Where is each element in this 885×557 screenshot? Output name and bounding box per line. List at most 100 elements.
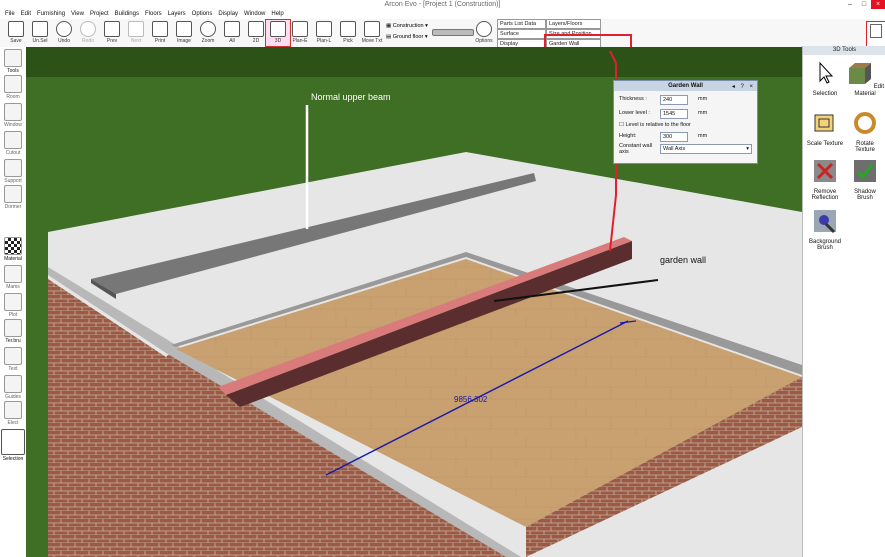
selection-tool[interactable]: Selection (806, 60, 844, 97)
menu-furnishing[interactable]: Furnishing (34, 9, 68, 19)
prev-button[interactable]: Prev (100, 20, 124, 46)
menu-display[interactable]: Display (215, 9, 241, 19)
plan-l-button[interactable]: Plan-L (312, 20, 336, 46)
title-bar: Arcon Evo - [Project 1 (Construction)] –… (0, 0, 885, 9)
menu-buildings[interactable]: Buildings (112, 9, 142, 19)
tools-3d-panel: 3D Tools Selection Edit Material Scale T… (802, 46, 885, 557)
close-button[interactable]: × (871, 0, 885, 9)
tool-selection[interactable]: Selection (0, 429, 26, 462)
edit-material-tool[interactable]: Edit Material (846, 60, 884, 97)
main-toolbar: Save Un.Sel Undo Redo Prev Next Print Im… (0, 19, 885, 48)
scale-texture-tool[interactable]: Scale Texture (806, 110, 844, 147)
relative-checkbox[interactable]: ☐ Level is relative to the floor (619, 121, 691, 130)
height-label: Height: (619, 133, 637, 139)
tool-text[interactable]: Text (0, 347, 26, 372)
background-brush-tool[interactable]: Background Brush (806, 208, 844, 252)
remove-reflection-tool[interactable]: Remove Reflection (806, 158, 844, 202)
zoom-all-button[interactable]: All (220, 20, 244, 46)
menu-edit[interactable]: Edit (18, 9, 34, 19)
rotate-texture-icon (854, 112, 876, 134)
shadow-brush-icon (854, 160, 876, 182)
panel-title: 3D Tools (803, 46, 885, 55)
menu-floors[interactable]: Floors (142, 9, 165, 19)
redo-button[interactable]: Redo (76, 20, 100, 46)
undo-button[interactable]: Undo (52, 20, 76, 46)
lower-level-label: Lower level : (619, 110, 650, 116)
tool-support[interactable]: Support (0, 159, 26, 184)
tool-guides[interactable]: Guides (0, 375, 26, 400)
thickness-input[interactable]: 240 (660, 95, 688, 105)
menu-options[interactable]: Options (189, 9, 216, 19)
menu-bar: File Edit Furnishing View Project Buildi… (0, 9, 602, 19)
move-text-button[interactable]: Move Txt (360, 20, 384, 46)
menu-view[interactable]: View (68, 9, 87, 19)
scale-texture-icon (814, 114, 834, 132)
next-icon (128, 21, 144, 37)
arrow-cursor-icon (819, 61, 834, 84)
prop-surface[interactable]: Surface (497, 29, 546, 39)
guides-icon (4, 375, 22, 393)
magnifier-icon (200, 21, 216, 37)
tool-terrain-brush[interactable]: Ter.bru (0, 319, 26, 344)
background-brush-icon (814, 210, 836, 234)
tool-window[interactable]: Window (0, 103, 26, 128)
construction-dropdown[interactable]: ▦ Construction ▾ (386, 23, 428, 29)
unselect-icon (32, 21, 48, 37)
zoom-button[interactable]: Zoom (196, 20, 220, 46)
tool-mams[interactable]: Mams (0, 265, 26, 290)
axis-label: Constant wall axis (619, 143, 653, 155)
thickness-unit: mm (698, 96, 708, 102)
tool-dormer[interactable]: Dormer (0, 185, 26, 210)
prop-parts-list[interactable]: Parts List Data (497, 19, 546, 29)
save-button[interactable]: Save (4, 20, 28, 46)
tool-material[interactable]: Material (0, 237, 26, 262)
plot-icon (4, 293, 22, 311)
tool-cutout[interactable]: Cutout (0, 131, 26, 156)
prop-layers-floors[interactable]: Layers/Floors (546, 19, 601, 29)
floors-icon: ▤ (386, 34, 393, 40)
menu-file[interactable]: File (2, 9, 18, 19)
options-button[interactable]: Options (472, 20, 496, 46)
print-button[interactable]: Print (148, 20, 172, 46)
view-2d-button[interactable]: 2D (244, 20, 268, 46)
dialog-title: Garden Wall (668, 83, 703, 89)
dialog-header-buttons[interactable]: ◂ ? × (732, 82, 755, 92)
layers-icon: ▦ (386, 23, 393, 29)
menu-project[interactable]: Project (87, 9, 112, 19)
undo-icon (56, 21, 72, 37)
rotate-texture-tool[interactable]: Rotate Texture (846, 110, 884, 154)
menu-help[interactable]: Help (268, 9, 286, 19)
level-slider[interactable] (432, 29, 474, 36)
window-icon (4, 103, 22, 121)
menu-layers[interactable]: Layers (165, 9, 189, 19)
room-icon (4, 75, 22, 93)
cutout-icon (4, 131, 22, 149)
save-icon (8, 21, 24, 37)
menu-window[interactable]: Window (241, 9, 268, 19)
plan-e-button[interactable]: Plan-E (288, 20, 312, 46)
shadow-brush-tool[interactable]: Shadow Brush (846, 158, 884, 202)
tool-room[interactable]: Room (0, 75, 26, 100)
material-checker-icon (4, 237, 22, 255)
lower-level-input[interactable]: 1545 (660, 109, 688, 119)
axis-select[interactable]: Wall Axis ▾ (660, 144, 752, 154)
maximize-button[interactable]: □ (857, 0, 871, 9)
camera-icon (176, 21, 192, 37)
unselect-button[interactable]: Un.Sel (28, 20, 52, 46)
view-3d-button[interactable]: 3D (265, 19, 291, 47)
height-input[interactable]: 300 (660, 132, 688, 142)
tool-elect[interactable]: Elect (0, 401, 26, 426)
window-title: Arcon Evo - [Project 1 (Construction)] (384, 1, 501, 8)
elect-icon (4, 401, 22, 419)
calculator-button[interactable] (866, 21, 885, 47)
calculator-icon (870, 24, 882, 38)
pick-button[interactable]: Pick (336, 20, 360, 46)
mams-icon (4, 265, 22, 283)
image-button[interactable]: Image (172, 20, 196, 46)
tool-plot[interactable]: Plot (0, 293, 26, 318)
floor-dropdown[interactable]: ▤ Ground floor ▾ (386, 34, 428, 40)
prev-icon (104, 21, 120, 37)
minimize-button[interactable]: – (843, 0, 857, 9)
tool-tools[interactable]: Tools (0, 49, 26, 74)
next-button[interactable]: Next (124, 20, 148, 46)
